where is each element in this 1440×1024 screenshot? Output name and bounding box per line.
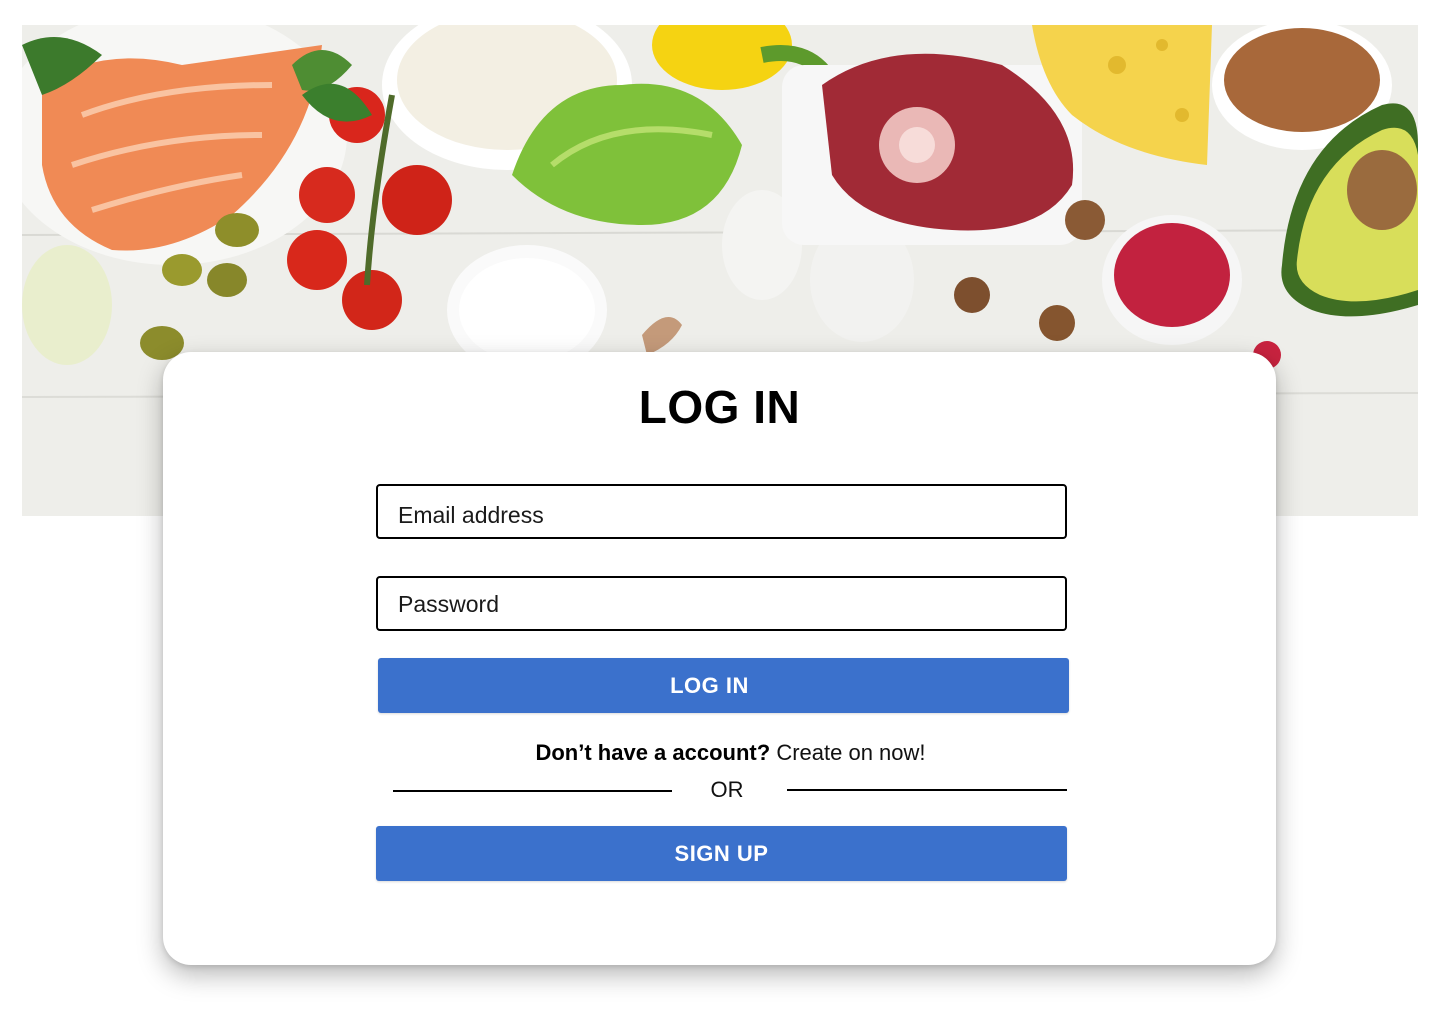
create-account-link[interactable]: Create on now! (776, 740, 925, 765)
signup-button[interactable]: SIGN UP (376, 826, 1067, 881)
login-card: LOG IN LOG IN Don’t have a account? Crea… (163, 352, 1276, 965)
divider-or-label: OR (710, 777, 744, 802)
email-field[interactable] (376, 484, 1067, 539)
login-page: LOG IN LOG IN Don’t have a account? Crea… (0, 0, 1440, 1024)
create-account-prompt: Don’t have a account? Create on now! (163, 740, 1276, 766)
login-title: LOG IN (638, 381, 801, 433)
divider-line-right (787, 789, 1067, 791)
account-question: Don’t have a account? (535, 740, 771, 765)
password-field[interactable] (376, 576, 1067, 631)
login-button[interactable]: LOG IN (378, 658, 1069, 713)
divider-line-left (393, 790, 672, 792)
